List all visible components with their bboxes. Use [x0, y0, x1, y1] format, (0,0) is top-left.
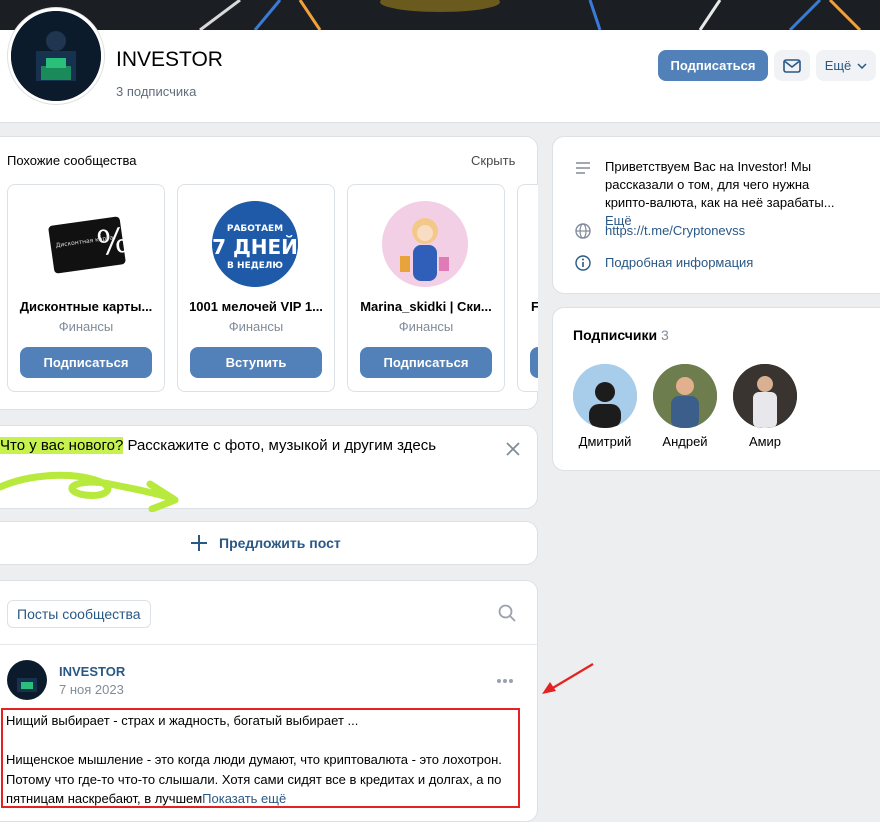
community-logo: % Дисконтная карта: [42, 201, 128, 287]
more-label: Ещё: [824, 58, 852, 73]
avatar[interactable]: [653, 364, 717, 428]
post-line: Нищий выбирает - страх и жадность, богат…: [6, 713, 359, 728]
subscribers-count: 3: [661, 327, 669, 343]
subscribe-button[interactable]: [530, 347, 538, 378]
mail-icon: [783, 58, 801, 73]
post-line: пятницам наскребают, в лучшем: [6, 791, 203, 806]
svg-text:В НЕДЕЛЮ: В НЕДЕЛЮ: [227, 261, 283, 271]
subscribers-title[interactable]: Подписчики 3: [573, 327, 669, 343]
message-button[interactable]: [774, 50, 810, 81]
similar-item-1[interactable]: % Дисконтная карта Дисконтные карты... Ф…: [7, 184, 165, 392]
plus-icon: [191, 535, 207, 551]
new-post-highlight: Что у вас нового?: [0, 437, 124, 454]
details-link[interactable]: Подробная информация: [605, 255, 753, 270]
subscribe-button[interactable]: Подписаться: [20, 347, 152, 378]
post-line: Нищенское мышление - это когда люди дума…: [6, 752, 502, 767]
post-author[interactable]: INVESTOR: [59, 664, 125, 679]
arrow-annotation-icon: [542, 663, 594, 694]
svg-text:РАБОТАЕМ: РАБОТАЕМ: [227, 224, 283, 234]
more-button[interactable]: Ещё: [816, 50, 876, 81]
cover-image: [0, 0, 880, 30]
subscriber-name[interactable]: Амир: [725, 434, 805, 449]
similar-item-name: Marina_skidki | Ски...: [360, 299, 492, 314]
new-post-prompt[interactable]: Что у вас нового? Расскажите с фото, муз…: [0, 437, 436, 454]
chevron-down-icon: [857, 62, 867, 69]
avatar[interactable]: [573, 364, 637, 428]
post-line: Потому что где-то что-то слышали. Хотя с…: [6, 771, 502, 787]
similar-item-4[interactable]: F: [517, 184, 538, 392]
subscriber-count[interactable]: 3 подписчика: [116, 84, 196, 99]
similar-item-name: F: [531, 299, 538, 314]
close-icon[interactable]: [505, 441, 521, 457]
similar-item-category: Финансы: [398, 319, 454, 334]
search-icon[interactable]: [498, 604, 516, 622]
similar-item-category: Финансы: [228, 319, 284, 334]
similar-item-3[interactable]: Marina_skidki | Ски... Финансы Подписать…: [347, 184, 505, 392]
similar-item-2[interactable]: РАБОТАЕМ 7 ДНЕЙ В НЕДЕЛЮ 1001 мелочей VI…: [177, 184, 335, 392]
join-button[interactable]: Вступить: [190, 347, 322, 378]
hide-link[interactable]: Скрыть: [471, 153, 515, 168]
group-avatar[interactable]: [8, 8, 104, 104]
similar-item-name: 1001 мелочей VIP 1...: [189, 299, 323, 314]
subscriber-name[interactable]: Андрей: [645, 434, 725, 449]
more-dots-icon[interactable]: [496, 678, 514, 684]
info-icon: [575, 255, 591, 271]
suggest-post-label: Предложить пост: [219, 535, 341, 551]
tab-community-posts[interactable]: Посты сообщества: [7, 600, 151, 628]
globe-icon: [575, 223, 591, 239]
show-more-link[interactable]: Показать ещё: [202, 791, 286, 806]
subscribers-title-text: Подписчики: [573, 327, 658, 343]
post-text: Нищий выбирает - страх и жадность, богат…: [6, 711, 502, 809]
description-text: Приветствуем Вас на Investor! Мы рассказ…: [605, 159, 835, 210]
post-author-avatar[interactable]: [7, 660, 47, 700]
similar-title: Похожие сообщества: [7, 153, 137, 168]
avatar[interactable]: [733, 364, 797, 428]
new-post-text: Расскажите с фото, музыкой и другим здес…: [123, 437, 437, 454]
group-description: Приветствуем Вас на Investor! Мы рассказ…: [605, 158, 855, 230]
similar-item-category: Финансы: [58, 319, 114, 334]
similar-item-name: Дисконтные карты...: [19, 299, 153, 314]
subscribe-button[interactable]: Подписаться: [360, 347, 492, 378]
subscriber-name[interactable]: Дмитрий: [565, 434, 645, 449]
community-logo: РАБОТАЕМ 7 ДНЕЙ В НЕДЕЛЮ: [212, 201, 298, 287]
group-link[interactable]: https://t.me/Cryptonevss: [605, 223, 745, 238]
subscribe-button[interactable]: Подписаться: [658, 50, 768, 81]
post-date[interactable]: 7 ноя 2023: [59, 682, 124, 697]
menu-lines-icon: [576, 162, 590, 174]
arrow-scribble-icon: [0, 471, 179, 512]
group-title: INVESTOR: [116, 48, 223, 71]
svg-text:7 ДНЕЙ: 7 ДНЕЙ: [212, 235, 298, 259]
divider: [0, 644, 537, 645]
community-logo: [382, 201, 468, 287]
